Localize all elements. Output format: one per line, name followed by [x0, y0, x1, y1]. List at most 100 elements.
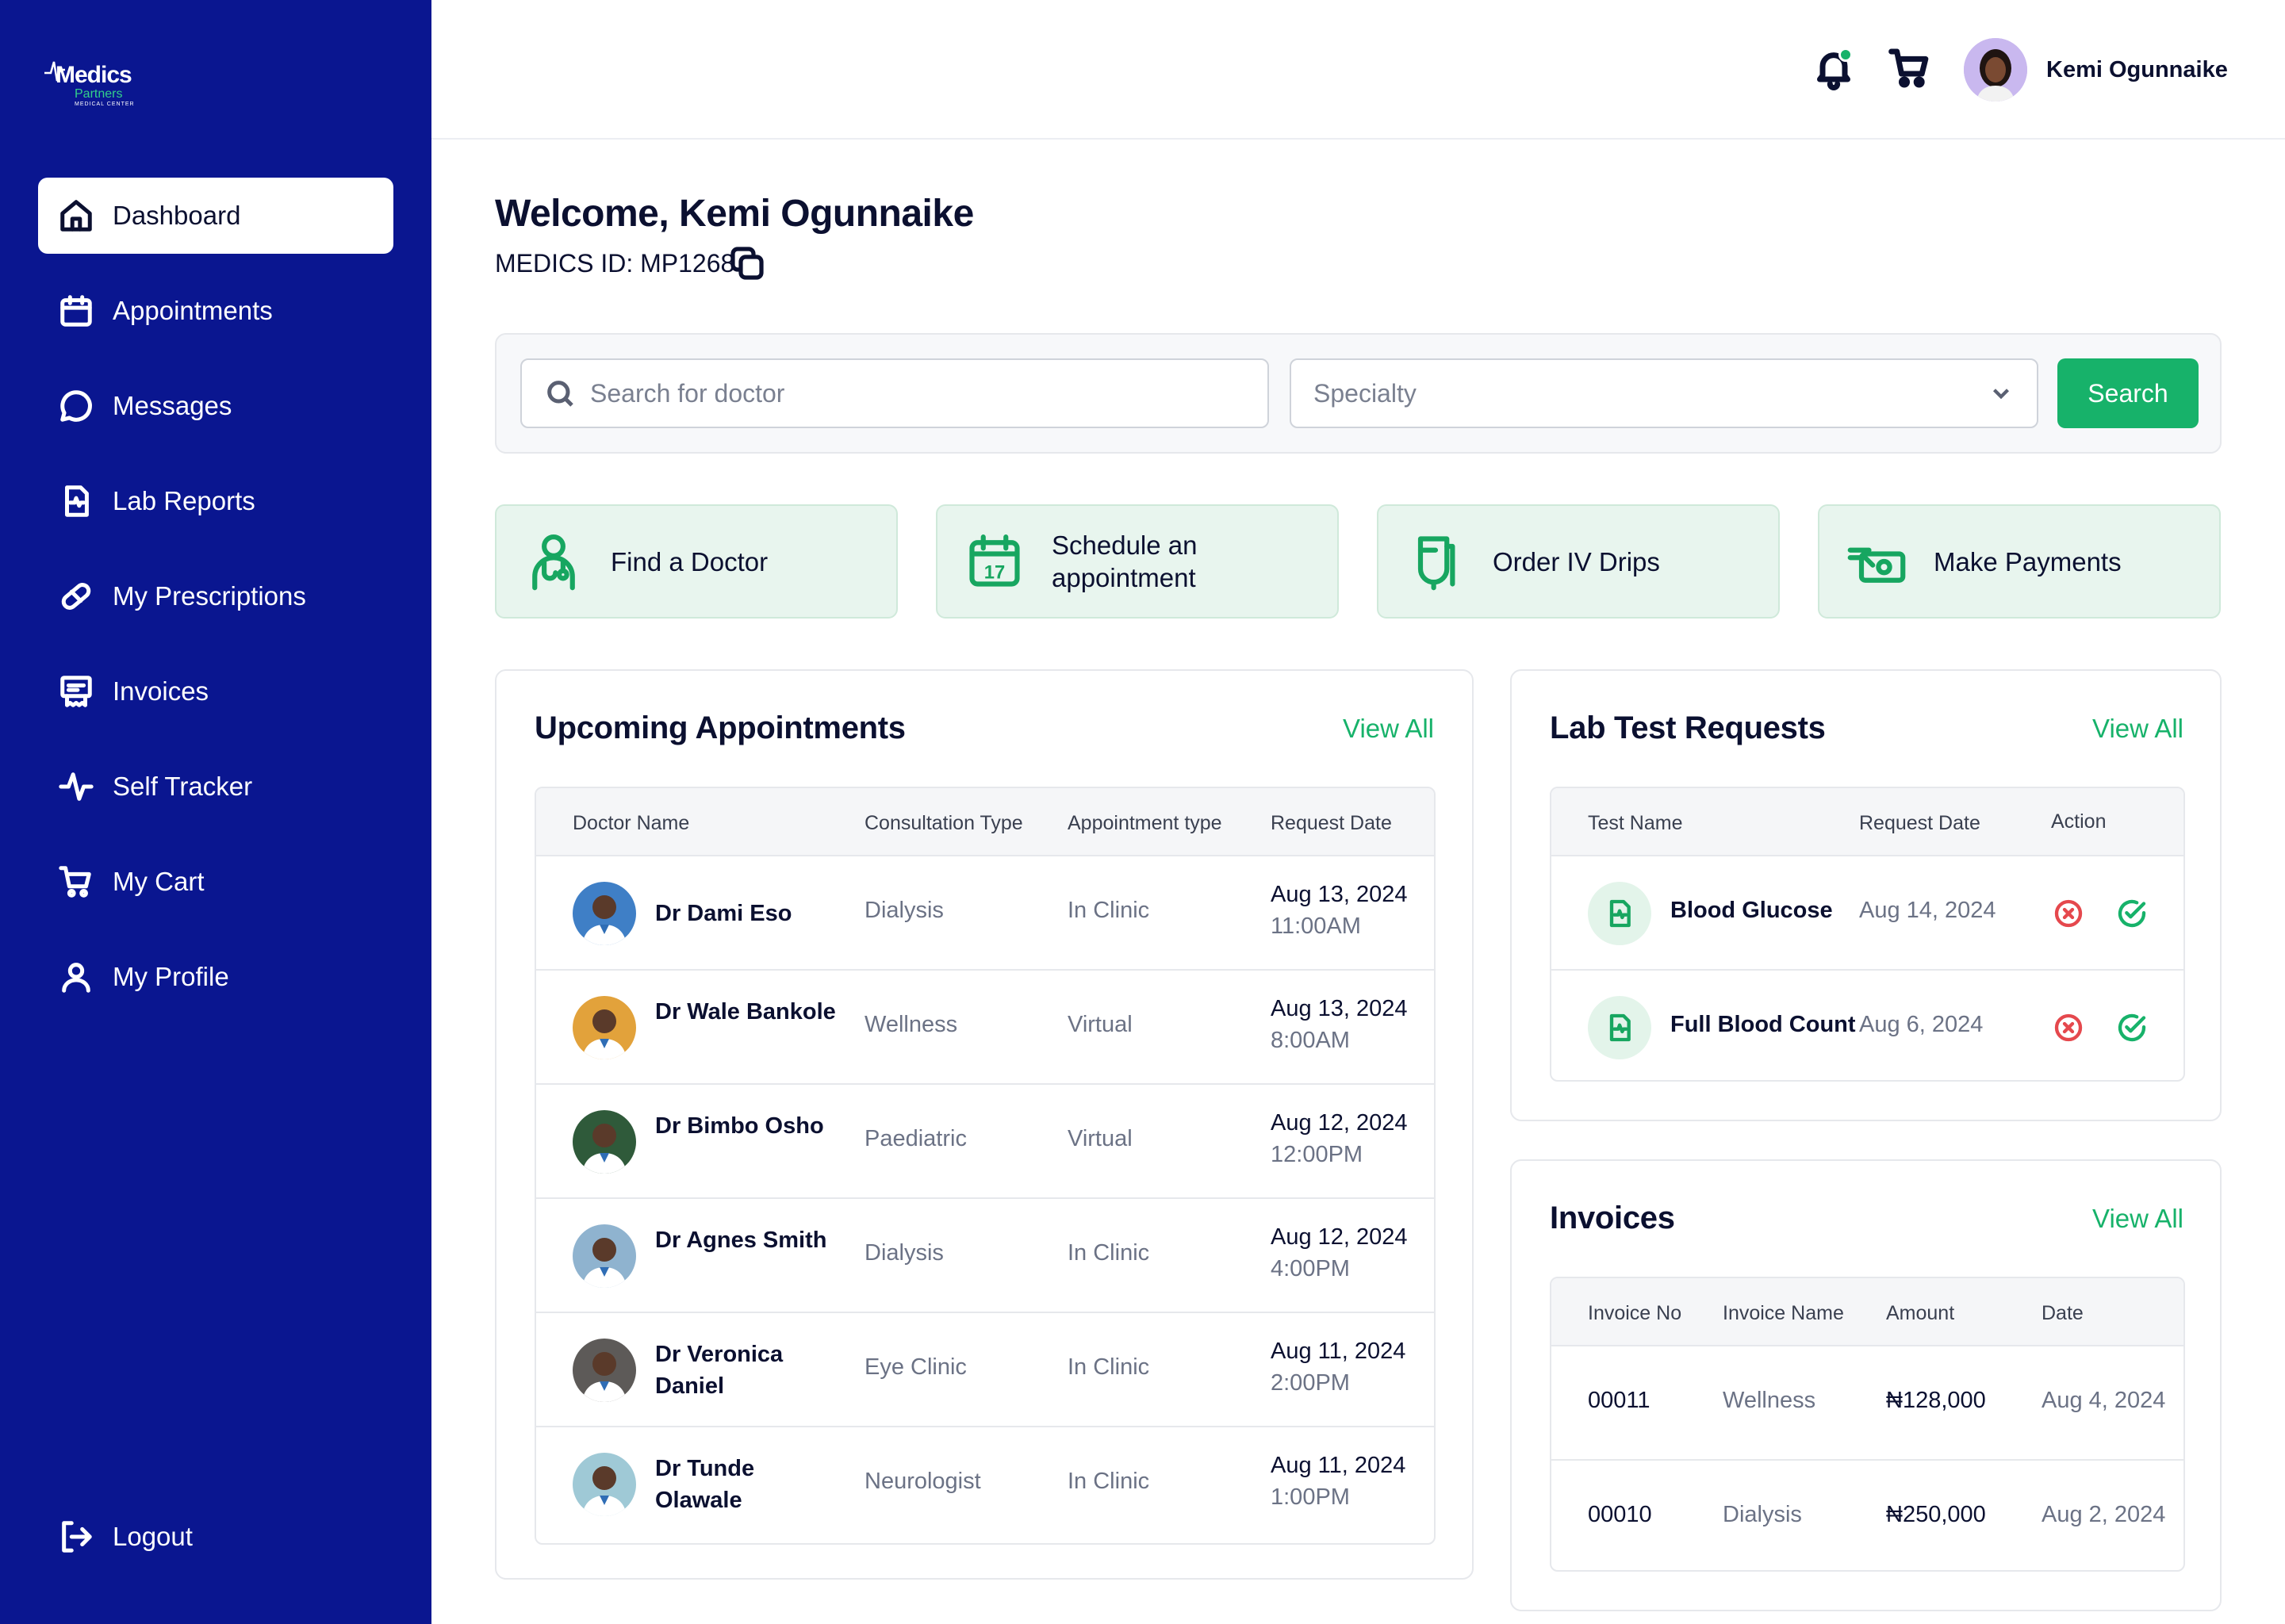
pill-icon [57, 577, 95, 615]
iv-drip-icon [1405, 531, 1466, 592]
sidebar-item-lab-reports[interactable]: Lab Reports [38, 463, 393, 539]
lab-requests-title: Lab Test Requests [1550, 710, 1826, 745]
sidebar-item-messages[interactable]: Messages [38, 368, 393, 444]
approve-icon[interactable] [2116, 898, 2148, 929]
doctor-name: Dr Wale Bankole [655, 999, 836, 1025]
copy-icon[interactable] [728, 244, 766, 282]
table-header: Test Name Request Date Action [1551, 788, 2183, 856]
table-row[interactable]: Dr Veronica Daniel Eye Clinic In Clinic Aug… [536, 1313, 1434, 1427]
sidebar-item-my-profile[interactable]: My Profile [38, 939, 393, 1015]
consultation-type: Dialysis [865, 898, 944, 923]
search-input[interactable] [590, 378, 1267, 408]
lab-requests-table: Test Name Request Date Action Blood Gluc… [1550, 787, 2185, 1082]
lab-test-icon [1588, 996, 1651, 1059]
table-row[interactable]: Dr Agnes Smith Dialysis In Clinic Aug 12, 2… [536, 1199, 1434, 1313]
column-header: Consultation Type [865, 812, 1023, 834]
invoices-view-all-link[interactable]: View All [2092, 1204, 2183, 1234]
approve-icon[interactable] [2116, 1012, 2148, 1044]
table-row[interactable]: Blood Glucose Aug 14, 2024 [1551, 856, 2183, 971]
find-doctor-button[interactable]: Find a Doctor [495, 504, 898, 619]
doctor-name: Dr Dami Eso [655, 901, 792, 926]
schedule-appointment-button[interactable]: 17 Schedule an appointment [936, 504, 1339, 619]
appointments-view-all-link[interactable]: View All [1343, 714, 1434, 744]
request-time: 12:00PM [1271, 1142, 1363, 1167]
sidebar-item-appointments[interactable]: Appointments [38, 273, 393, 349]
sidebar-item-dashboard[interactable]: Dashboard [38, 178, 393, 254]
test-name: Full Blood Count [1670, 1012, 1856, 1037]
search-button[interactable]: Search [2057, 358, 2199, 428]
calendar-icon [57, 292, 95, 330]
doctor-search-panel: Specialty Search [495, 333, 2222, 454]
home-icon [57, 197, 95, 235]
lab-requests-view-all-link[interactable]: View All [2092, 714, 2183, 744]
order-iv-drips-button[interactable]: Order IV Drips [1377, 504, 1780, 619]
specialty-placeholder: Specialty [1313, 378, 1417, 408]
sidebar-item-label: Self Tracker [113, 772, 253, 801]
appointment-type: In Clinic [1068, 1240, 1150, 1266]
search-field[interactable] [520, 358, 1269, 428]
column-header: Request Date [1859, 812, 1980, 834]
sidebar-item-self-tracker[interactable]: Self Tracker [38, 749, 393, 825]
request-time: 1:00PM [1271, 1484, 1350, 1510]
table-row[interactable]: Dr Bimbo Osho Paediatric Virtual Aug 12, 20… [536, 1085, 1434, 1199]
svg-text:17: 17 [984, 561, 1005, 583]
appointments-card: Upcoming Appointments View All Doctor Na… [495, 669, 1474, 1580]
notification-button[interactable] [1812, 46, 1856, 90]
invoice-date: Aug 4, 2024 [2042, 1388, 2166, 1413]
table-row[interactable]: 00010 Dialysis ₦250,000 Aug 2, 2024 [1551, 1461, 2183, 1570]
invoices-title: Invoices [1550, 1201, 1675, 1235]
lab-requests-card: Lab Test Requests View All Test Name Req… [1510, 669, 2222, 1121]
payment-icon [1846, 531, 1907, 592]
request-date: Aug 11, 2024 [1271, 1453, 1406, 1478]
user-avatar[interactable] [1964, 38, 2027, 102]
sidebar-item-prescriptions[interactable]: My Prescriptions [38, 558, 393, 634]
appointment-type: In Clinic [1068, 1469, 1150, 1494]
appointment-type: Virtual [1068, 1012, 1133, 1037]
appointments-title: Upcoming Appointments [535, 710, 906, 745]
activity-icon [57, 768, 95, 806]
specialty-select[interactable]: Specialty [1290, 358, 2038, 428]
reject-icon[interactable] [2053, 898, 2084, 929]
doctor-avatar [573, 1339, 636, 1402]
invoice-number: 00010 [1588, 1502, 1652, 1527]
quick-action-label: Make Payments [1934, 546, 2122, 576]
user-icon [57, 958, 95, 996]
sidebar-item-label: Messages [113, 391, 232, 420]
cart-button[interactable] [1888, 46, 1932, 90]
user-name[interactable]: Kemi Ogunnaike [2046, 57, 2228, 83]
request-time: 8:00AM [1271, 1028, 1350, 1053]
heartbeat-logo-icon [44, 61, 65, 82]
table-row[interactable]: Dr Tunde Olawale Neurologist In Clinic Aug … [536, 1427, 1434, 1542]
message-icon [57, 387, 95, 425]
doctor-name: Dr Agnes Smith [655, 1228, 827, 1253]
request-date: Aug 13, 2024 [1271, 996, 1408, 1021]
request-date: Aug 11, 2024 [1271, 1339, 1406, 1364]
table-row[interactable]: 00011 Wellness ₦128,000 Aug 4, 2024 [1551, 1346, 2183, 1461]
reject-icon[interactable] [2053, 1012, 2084, 1044]
sidebar-item-my-cart[interactable]: My Cart [38, 844, 393, 920]
sidebar-item-invoices[interactable]: Invoices [38, 653, 393, 730]
table-row[interactable]: Dr Wale Bankole Wellness Virtual Aug 13, 20… [536, 971, 1434, 1085]
page-title: Welcome, Kemi Ogunnaike [495, 193, 974, 235]
table-row[interactable]: Full Blood Count Aug 6, 2024 [1551, 971, 2183, 1080]
appointments-table: Doctor Name Consultation Type Appointmen… [535, 787, 1436, 1545]
consultation-type: Dialysis [865, 1240, 944, 1266]
doctor-avatar [573, 882, 636, 945]
logo-tagline: MEDICAL CENTER [75, 102, 135, 107]
appointment-type: In Clinic [1068, 898, 1150, 923]
medics-logo[interactable]: Medics Partners MEDICAL CENTER [44, 52, 148, 111]
sidebar: Medics Partners MEDICAL CENTER Dashboard… [0, 0, 431, 1624]
doctor-name: Dr Tunde Olawale [655, 1456, 755, 1513]
column-header: Request Date [1271, 812, 1392, 834]
logo-text: Medics [56, 62, 132, 88]
column-header: Appointment type [1068, 812, 1222, 834]
logout-button[interactable]: Logout [38, 1499, 393, 1575]
invoices-table: Invoice No Invoice Name Amount Date 0001… [1550, 1277, 2185, 1572]
table-row[interactable]: Dr Dami Eso Dialysis In Clinic Aug 13, 2024… [536, 856, 1434, 971]
cart-icon [57, 863, 95, 901]
column-header: Test Name [1588, 812, 1683, 834]
make-payments-button[interactable]: Make Payments [1818, 504, 2221, 619]
sidebar-item-label: Appointments [113, 296, 273, 325]
request-date: Aug 14, 2024 [1859, 898, 1996, 923]
consultation-type: Neurologist [865, 1469, 981, 1494]
